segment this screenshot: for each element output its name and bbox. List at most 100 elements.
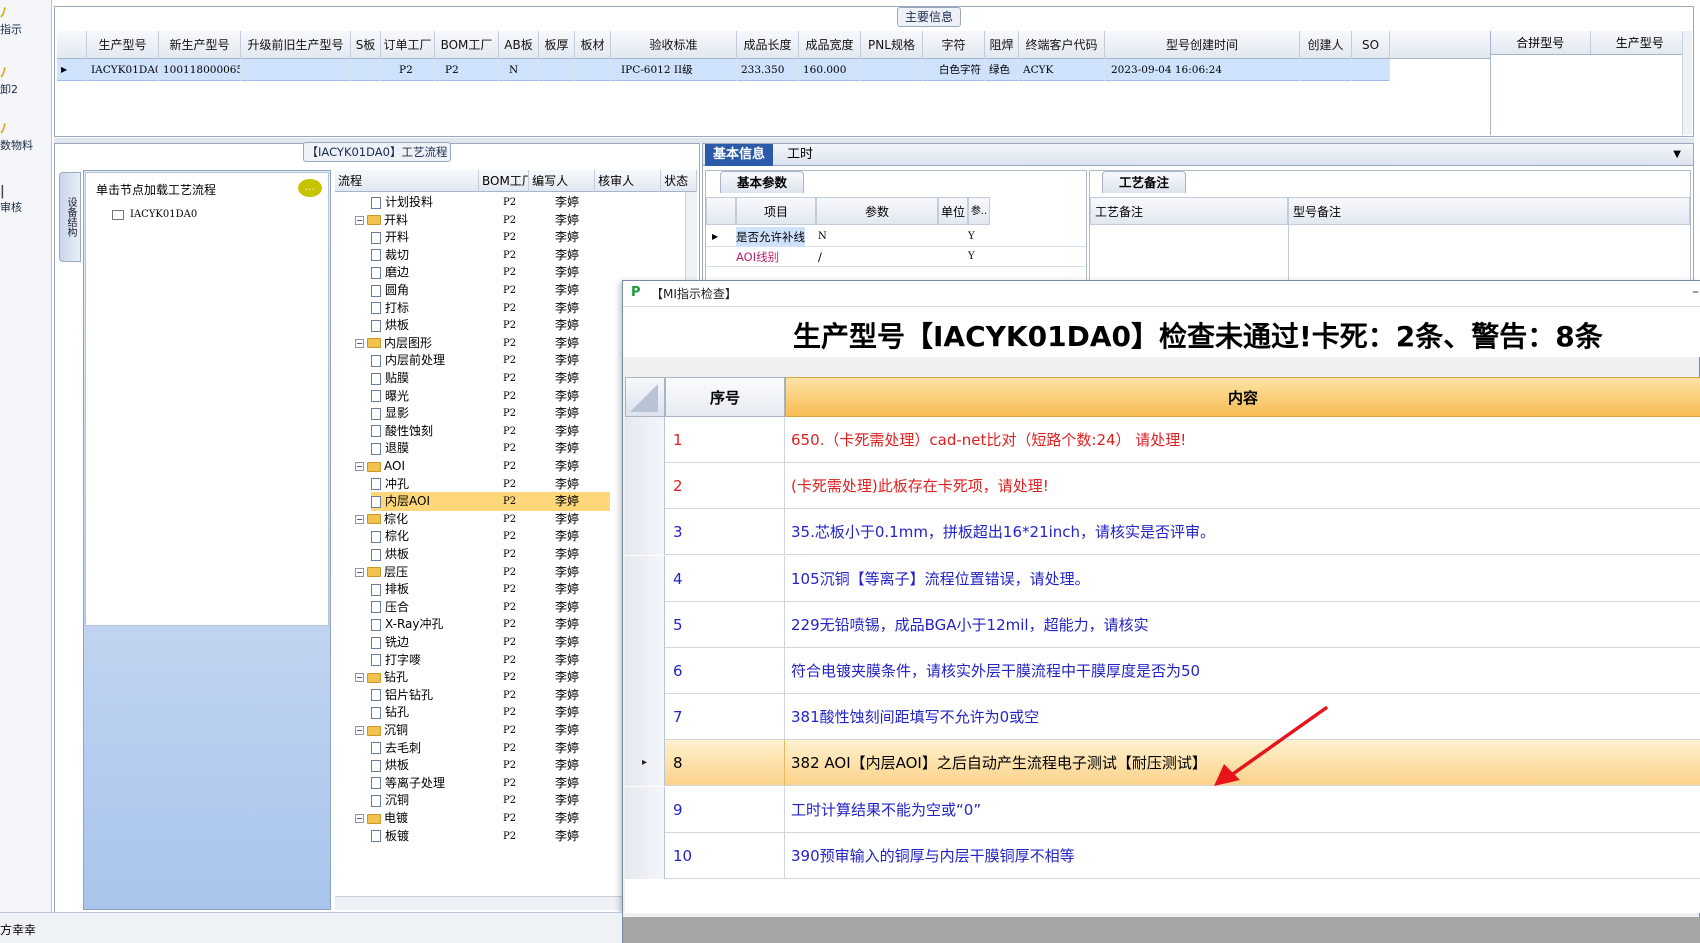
check-result-row[interactable]: 5 229无铅喷锡，成品BGA小于12mil，超能力，请核实	[625, 601, 1700, 648]
collapse-icon[interactable]: −	[355, 673, 364, 683]
collapse-icon[interactable]: −	[355, 462, 364, 471]
col-header-content[interactable]: 内容	[785, 377, 1700, 417]
tree-cell-writer[interactable]: 李婷	[555, 316, 579, 335]
col-header[interactable]: BOM工厂	[479, 170, 530, 192]
tree-cell-factory[interactable]: P2	[503, 721, 516, 740]
grid-corner[interactable]	[625, 377, 665, 417]
col-header[interactable]: 创建人	[1300, 31, 1352, 59]
col-header[interactable]: BOM工厂	[435, 31, 499, 59]
cell-new-model[interactable]: 10011800006500	[159, 59, 241, 81]
tree-node[interactable]: 板镀	[371, 827, 409, 846]
tree-node[interactable]: 烘板	[371, 756, 409, 775]
tree-cell-writer[interactable]: 李婷	[555, 475, 579, 494]
col-header[interactable]: 验收标准	[611, 31, 737, 59]
tree-node[interactable]: 磨边	[371, 263, 409, 282]
tree-cell-factory[interactable]: P2	[503, 756, 516, 775]
tree-cell-writer[interactable]: 李婷	[555, 387, 579, 406]
tree-cell-factory[interactable]: P2	[503, 615, 516, 634]
tree-node[interactable]: 计划投料	[371, 193, 433, 212]
tree-cell-factory[interactable]: P2	[503, 563, 516, 582]
nav-item-review[interactable]: | 审核	[0, 184, 50, 215]
tree-cell-factory[interactable]: P2	[503, 475, 516, 494]
tree-cell-factory[interactable]: P2	[503, 228, 516, 247]
tree-cell-writer[interactable]: 李婷	[555, 668, 579, 687]
tree-cell-factory[interactable]: P2	[503, 404, 516, 423]
param-value[interactable]: /	[818, 247, 822, 267]
col-header[interactable]: 参数	[816, 197, 938, 225]
param-row[interactable]: ▶ 是否允许补线 N Y	[706, 227, 1086, 247]
cell-length[interactable]: 233.350	[737, 59, 799, 81]
cell-production-model[interactable]: IACYK01DA0	[87, 59, 159, 81]
nav-item-materials[interactable]: ﾉ 数物料	[0, 118, 50, 153]
tree-cell-writer[interactable]: 李婷	[555, 404, 579, 423]
tree-cell-writer[interactable]: 李婷	[555, 263, 579, 282]
tree-node[interactable]: 烘板	[371, 545, 409, 564]
tree-cell-factory[interactable]: P2	[503, 703, 516, 722]
check-result-row[interactable]: 10 390预审输入的铜厚与内层干膜铜厚不相等	[625, 832, 1700, 879]
tree-cell-factory[interactable]: P2	[503, 545, 516, 564]
tree-node[interactable]: − 电镀	[355, 809, 408, 828]
param-item[interactable]: AOI线别	[736, 247, 779, 267]
col-header[interactable]: 成品长度	[737, 31, 799, 59]
nav-item-2[interactable]: ﾉ 卸2	[0, 62, 50, 97]
tree-cell-writer[interactable]: 李婷	[555, 651, 579, 670]
chevron-down-icon[interactable]: ▼	[1665, 144, 1689, 166]
tree-cell-factory[interactable]: P2	[503, 791, 516, 810]
tree-cell-factory[interactable]: P2	[503, 580, 516, 599]
tree-cell-writer[interactable]: 李婷	[555, 457, 579, 476]
cell-seq[interactable]: 10	[665, 832, 785, 879]
check-result-row[interactable]: 2 (卡死需处理)此板存在卡死项，请处理!	[625, 463, 1700, 510]
tree-node[interactable]: 裁切	[371, 246, 409, 265]
tree-node[interactable]: 冲孔	[371, 475, 409, 494]
tree-cell-writer[interactable]: 李婷	[555, 193, 579, 212]
tree-node[interactable]: 棕化	[371, 527, 409, 546]
cell-width[interactable]: 160.000	[799, 59, 861, 81]
col-header[interactable]: 板厚	[539, 31, 575, 59]
tree-cell-writer[interactable]: 李婷	[555, 422, 579, 441]
cell-seq[interactable]: 9	[665, 786, 785, 833]
cell-pnl[interactable]	[861, 59, 923, 81]
tree-cell-writer[interactable]: 李婷	[555, 721, 579, 740]
col-header[interactable]: 生产型号	[87, 31, 159, 59]
tree-cell-factory[interactable]: P2	[503, 316, 516, 335]
check-result-row[interactable]: ▸ 8 382 AOI【内层AOI】之后自动产生流程电子测试【耐压测试】	[625, 740, 1700, 787]
tree-node[interactable]: − AOI	[355, 457, 405, 476]
tree-cell-factory[interactable]: P2	[503, 369, 516, 388]
row-indicator-icon[interactable]	[625, 648, 665, 694]
col-header[interactable]: 工艺备注	[1090, 197, 1288, 225]
row-indicator-icon[interactable]	[625, 786, 665, 833]
tree-cell-writer[interactable]: 李婷	[555, 351, 579, 370]
tree-step-row[interactable]: 计划投料P2李婷已编写	[335, 193, 741, 212]
tab-work-hours[interactable]: 工时	[779, 144, 821, 166]
tree-cell-writer[interactable]: 李婷	[555, 598, 579, 617]
tree-node[interactable]: 打字嘜	[371, 651, 421, 670]
tree-cell-writer[interactable]: 李婷	[555, 703, 579, 722]
check-result-row[interactable]: 4 105沉铜【等离子】流程位置错误，请处理。	[625, 555, 1700, 602]
cell-standard[interactable]: IPC-6012 II级	[611, 59, 737, 81]
tree-cell-factory[interactable]: P2	[503, 598, 516, 617]
param-flag[interactable]: Y	[968, 247, 975, 267]
col-header[interactable]: 参..	[968, 197, 990, 225]
tree-cell-factory[interactable]: P2	[503, 281, 516, 300]
tree-node[interactable]: 等离子处理	[371, 774, 445, 793]
tree-cell-writer[interactable]: 李婷	[555, 299, 579, 318]
tree-cell-factory[interactable]: P2	[503, 439, 516, 458]
tree-cell-factory[interactable]: P2	[503, 351, 516, 370]
tree-cell-writer[interactable]: 李婷	[555, 580, 579, 599]
tree-cell-writer[interactable]: 李婷	[555, 827, 579, 846]
cell-seq[interactable]: 5	[665, 601, 785, 648]
tree-cell-factory[interactable]: P2	[503, 457, 516, 476]
col-header[interactable]: 阻焊	[985, 31, 1019, 59]
col-header[interactable]: 合拼型号	[1491, 31, 1591, 54]
tree-node[interactable]: 钻孔	[371, 703, 409, 722]
tree-node-model[interactable]: IACYK01DA0	[112, 209, 197, 220]
tab-equipment-structure[interactable]: 设备结构	[59, 172, 81, 262]
cell-content[interactable]: 符合电镀夹膜条件，请核实外层干膜流程中干膜厚度是否为50	[785, 648, 1700, 694]
tree-cell-factory[interactable]: P2	[503, 739, 516, 758]
cell-ab-board[interactable]: N	[499, 59, 539, 81]
cell-created-time[interactable]: 2023-09-04 16:06:24	[1105, 59, 1300, 81]
row-indicator-icon[interactable]	[625, 832, 665, 879]
tree-node[interactable]: − 开料	[355, 211, 408, 230]
tree-step-row[interactable]: 裁切P2李婷已编写	[335, 246, 741, 265]
col-header[interactable]: 字符	[923, 31, 985, 59]
